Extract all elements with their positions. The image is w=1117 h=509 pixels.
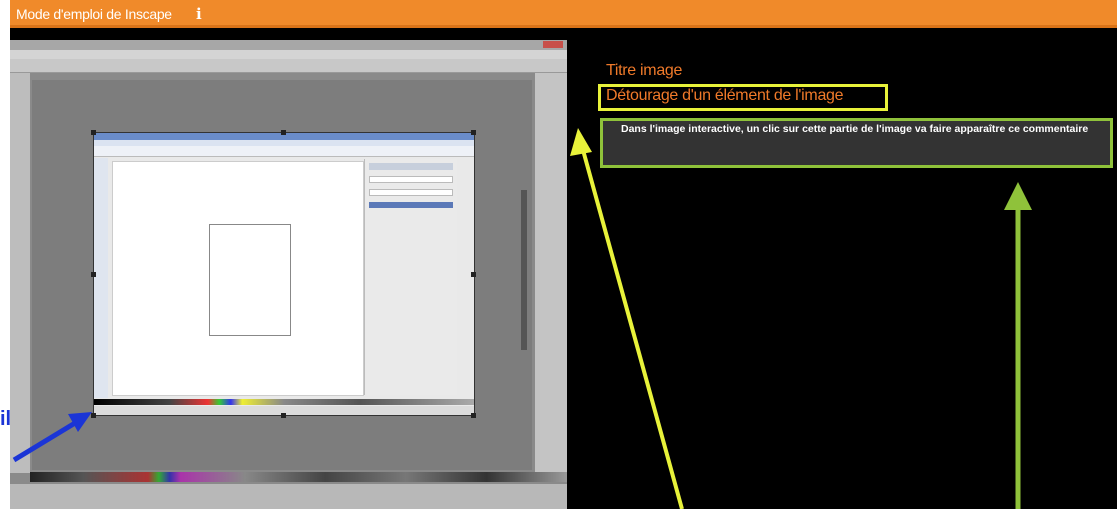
- nested-layers-panel: [364, 159, 457, 395]
- selection-handle[interactable]: [91, 130, 96, 135]
- nested-toolbox: [94, 158, 108, 398]
- selection-handle[interactable]: [471, 413, 476, 418]
- panel-selected-row: [369, 202, 453, 208]
- info-icon[interactable]: i: [196, 5, 202, 23]
- inkscape-statusbar: [10, 484, 567, 509]
- nested-document: [209, 224, 291, 336]
- nested-page: [112, 161, 364, 396]
- app-window: Mode d'emploi de Inscape i Titre image D…: [10, 0, 1117, 509]
- selection-handle[interactable]: [91, 272, 96, 277]
- selection-handle[interactable]: [281, 413, 286, 418]
- selection-handle[interactable]: [471, 272, 476, 277]
- inkscape-scrollbar: [521, 190, 527, 350]
- panel-row: [369, 176, 453, 183]
- nested-palette: [94, 399, 474, 405]
- title-underline: [10, 25, 1117, 28]
- selection-handle[interactable]: [281, 130, 286, 135]
- title-bar: Mode d'emploi de Inscape i: [10, 0, 1117, 28]
- inkscape-toolbar: [10, 59, 567, 73]
- comment-text: Dans l'image interactive, un clic sur ce…: [621, 123, 1089, 135]
- inkscape-palette: [30, 472, 567, 482]
- panel-row: [369, 189, 453, 196]
- window-title: Mode d'emploi de Inscape: [16, 6, 172, 22]
- panel-title: [369, 163, 453, 170]
- inkscape-toolbox: [10, 73, 30, 473]
- nested-screenshot[interactable]: [93, 132, 475, 416]
- inkscape-window-bar: [10, 40, 567, 50]
- annotation-label: il: [0, 408, 12, 430]
- inkscape-window-buttons: [543, 41, 563, 48]
- nested-toolbar: [94, 146, 474, 157]
- inkscape-menubar: [10, 50, 567, 59]
- selection-handle[interactable]: [471, 130, 476, 135]
- image-title: Titre image: [606, 62, 683, 79]
- selection-handle[interactable]: [91, 413, 96, 418]
- inkscape-commands-bar: [535, 73, 567, 473]
- element-title[interactable]: Détourage d'un élément de l'image: [606, 87, 844, 105]
